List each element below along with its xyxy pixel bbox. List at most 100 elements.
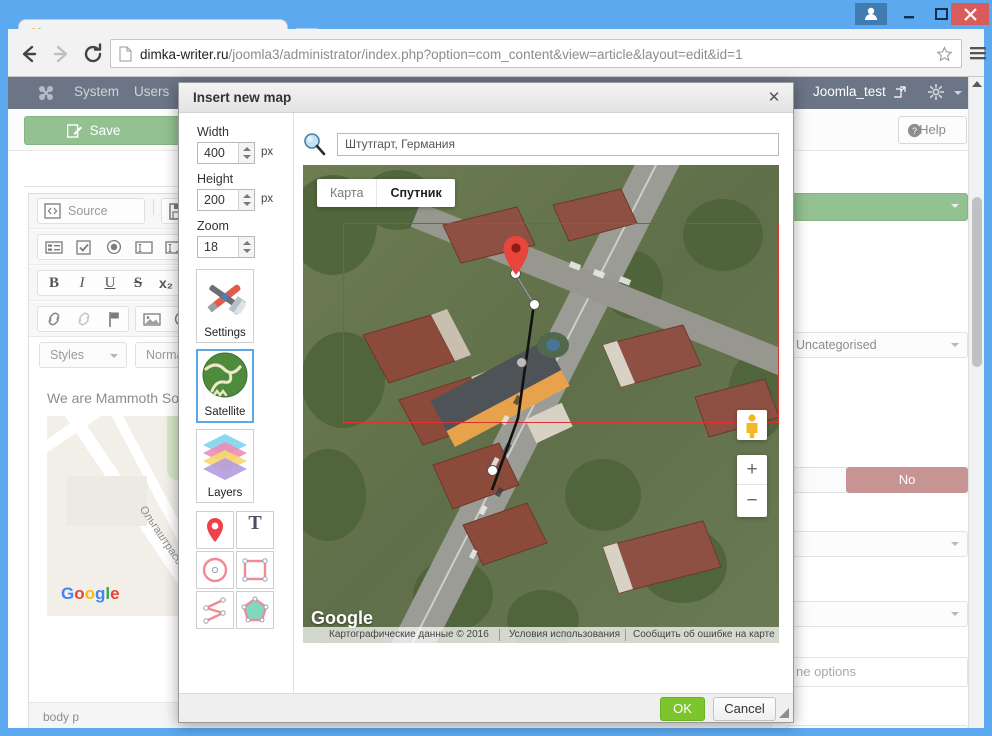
browser-titlebar: Joomla_test - Administration ✕ [0, 0, 992, 47]
checkbox-icon[interactable] [70, 235, 98, 259]
save-button[interactable]: Save [24, 116, 186, 145]
polyline-tool-button[interactable] [196, 591, 234, 629]
scroll-up-arrow-icon[interactable] [972, 81, 982, 87]
zoom-in-button[interactable]: + [737, 455, 767, 485]
page-scrollbar[interactable] [968, 77, 984, 728]
marker-tool-button[interactable] [196, 511, 234, 549]
circle-tool-button[interactable] [196, 551, 234, 589]
forward-icon[interactable] [48, 41, 74, 67]
link-icon[interactable] [40, 307, 68, 331]
source-label[interactable]: Source [68, 199, 108, 223]
map-marker-pin[interactable] [501, 235, 531, 277]
browser-menu-icon[interactable] [968, 42, 988, 64]
status-select[interactable] [786, 193, 968, 221]
map-copyright: Картографические данные © 2016 [329, 629, 489, 640]
width-stepper[interactable] [238, 143, 254, 163]
help-button-label: Help [919, 122, 946, 137]
map-type-roadmap[interactable]: Карта [317, 179, 376, 207]
map-zoom-control: + − [737, 455, 767, 517]
save-button-label: Save [89, 123, 121, 138]
tags-input[interactable]: ne options [786, 657, 968, 687]
layers-tool-button[interactable]: Layers [196, 429, 254, 503]
cancel-button[interactable]: Cancel [713, 697, 776, 721]
access-select[interactable] [786, 531, 968, 557]
text-tool-button[interactable]: T [236, 511, 274, 549]
help-icon: ? [907, 123, 922, 138]
scrollbar-thumb[interactable] [972, 197, 982, 367]
map-report-error-link[interactable]: Сообщить об ошибке на карте [633, 627, 775, 643]
unlink-icon[interactable] [70, 307, 98, 331]
map-search-input[interactable]: Штутгарт, Германия [337, 133, 779, 156]
dialog-footer: OK Cancel [179, 693, 793, 722]
search-icon[interactable] [301, 131, 327, 157]
width-input[interactable]: 400 [197, 142, 255, 164]
map-terms-link[interactable]: Условия использования [509, 627, 620, 643]
polygon-tool-button[interactable] [236, 591, 274, 629]
user-profile-button[interactable] [855, 3, 887, 25]
close-button[interactable] [951, 3, 989, 25]
reload-icon[interactable] [80, 41, 106, 67]
bookmark-star-icon[interactable] [936, 46, 953, 63]
anchor-flag-icon[interactable] [100, 307, 128, 331]
zoom-stepper[interactable] [238, 237, 254, 257]
source-code-icon[interactable] [40, 199, 68, 223]
circle-icon [202, 557, 228, 583]
dialog-map-panel: Штутгарт, Германия Карта Спутник + − Goo… [295, 113, 793, 693]
drawn-polyline[interactable] [303, 165, 779, 643]
chevron-down-icon[interactable] [954, 91, 962, 95]
chevron-down-icon [951, 612, 959, 616]
polyline-vertex[interactable] [487, 465, 498, 476]
note-input[interactable] [786, 725, 968, 728]
zoom-label: Zoom [197, 219, 229, 233]
featured-toggle-no[interactable]: No [846, 467, 968, 493]
joomla-menu-users[interactable]: Users [134, 84, 169, 99]
address-bar[interactable]: dimka-writer.ru/joomla3/administrator/in… [110, 39, 962, 68]
satellite-tool-button[interactable]: Satellite [196, 349, 254, 423]
map-search-value: Штутгарт, Германия [345, 137, 455, 151]
polyline-midpoint-handle[interactable] [516, 357, 527, 368]
chevron-down-icon [951, 343, 959, 347]
height-input[interactable]: 200 [197, 189, 255, 211]
height-value: 200 [204, 193, 225, 207]
underline-icon[interactable]: U [96, 271, 124, 295]
map-canvas[interactable]: Карта Спутник + − Google Картографически… [303, 165, 779, 643]
styles-dropdown[interactable]: Styles [39, 342, 127, 368]
height-stepper[interactable] [238, 190, 254, 210]
article-options-sidebar: Uncategorised No ne options e [786, 193, 968, 728]
settings-tool-button[interactable]: Settings [196, 269, 254, 343]
image-icon[interactable] [138, 307, 166, 331]
back-icon[interactable] [16, 41, 42, 67]
dialog-titlebar[interactable]: Insert new map ✕ [179, 83, 793, 113]
zoom-out-button[interactable]: − [737, 486, 767, 516]
minimize-button[interactable] [893, 3, 925, 25]
ok-button[interactable]: OK [660, 697, 705, 721]
polyline-vertex[interactable] [529, 299, 540, 310]
external-link-icon[interactable] [894, 86, 906, 98]
joomla-menu-system[interactable]: System [74, 84, 119, 99]
satellite-tool-caption: Satellite [204, 406, 246, 418]
text-field-icon[interactable] [130, 235, 158, 259]
polyline-icon [202, 597, 227, 624]
subscript-icon[interactable]: x₂ [152, 271, 180, 295]
close-icon[interactable]: ✕ [765, 89, 783, 107]
map-type-satellite[interactable]: Спутник [376, 179, 454, 207]
form-icon[interactable] [40, 235, 68, 259]
rectangle-tool-button[interactable] [236, 551, 274, 589]
gear-icon[interactable] [928, 84, 944, 100]
language-select[interactable] [786, 601, 968, 627]
bold-icon[interactable]: B [40, 271, 68, 295]
italic-icon[interactable]: I [68, 271, 96, 295]
insert-map-dialog: Insert new map ✕ Width 400 px Height 200… [178, 82, 794, 723]
street-view-pegman[interactable] [737, 410, 767, 440]
zoom-input[interactable]: 18 [197, 236, 255, 258]
featured-toggle-yes[interactable] [786, 467, 848, 493]
category-select-value: Uncategorised [796, 338, 877, 352]
strikethrough-icon[interactable]: S [124, 271, 152, 295]
width-label: Width [197, 125, 229, 139]
url-text: dimka-writer.ru/joomla3/administrator/in… [140, 47, 743, 62]
resize-grip-icon[interactable] [778, 707, 790, 719]
category-select[interactable]: Uncategorised [786, 332, 968, 358]
help-button[interactable]: ? Help [898, 116, 967, 144]
radio-button-icon[interactable] [100, 235, 128, 259]
joomla-site-name: Joomla_test [813, 84, 886, 99]
